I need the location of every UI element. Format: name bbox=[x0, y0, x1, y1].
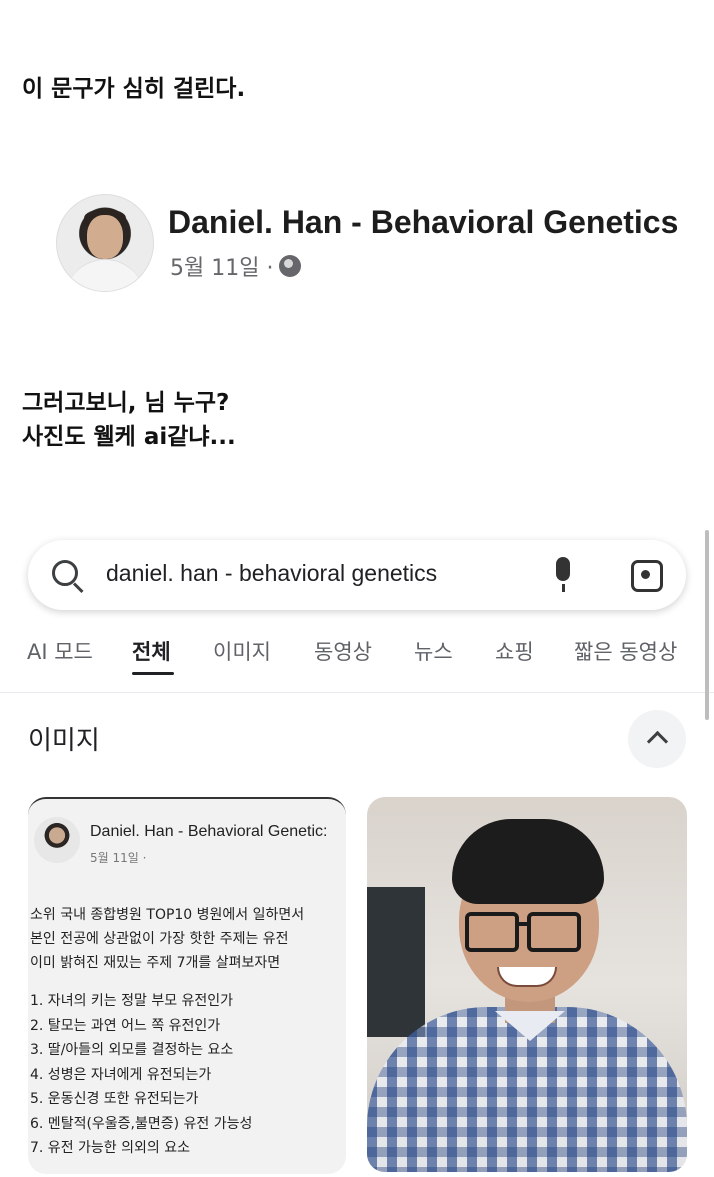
card-post-body: 소위 국내 종합병원 TOP10 병원에서 일하면서 본인 전공에 상관없이 가… bbox=[30, 903, 344, 975]
caption-top: 이 문구가 심히 걸린다. bbox=[22, 76, 246, 102]
collapse-button[interactable] bbox=[628, 710, 686, 768]
images-section-title: 이미지 bbox=[28, 726, 100, 756]
glasses bbox=[527, 912, 581, 952]
tab-ai-mode[interactable]: AI 모드 bbox=[27, 636, 93, 666]
image-result-2[interactable] bbox=[367, 797, 687, 1172]
background-shelf bbox=[367, 887, 425, 1037]
list-item: 6. 멘탈적(우울증,불면증) 유전 가능성 bbox=[30, 1115, 253, 1132]
list-item: 3. 딸/아들의 외모를 결정하는 요소 bbox=[30, 1042, 234, 1058]
tab-videos[interactable]: 동영상 bbox=[314, 636, 372, 666]
body-line: 소위 국내 종합병원 TOP10 병원에서 일하면서 bbox=[30, 907, 305, 923]
image-result-1[interactable]: Daniel. Han - Behavioral Genetic: 5월 11일… bbox=[28, 797, 346, 1174]
post-date: 5월 11일 · bbox=[170, 256, 274, 281]
tab-images[interactable]: 이미지 bbox=[213, 636, 271, 666]
chevron-up-icon bbox=[646, 730, 669, 753]
body-line: 본인 전공에 상관없이 가장 핫한 주제는 유전 bbox=[30, 931, 289, 947]
mic-icon[interactable] bbox=[556, 557, 570, 592]
card-post-date: 5월 11일 · bbox=[90, 851, 147, 865]
search-tabs: AI 모드 전체 이미지 동영상 뉴스 쇼핑 짧은 동영상 bbox=[0, 632, 714, 693]
list-item: 4. 성병은 자녀에게 유전되는가 bbox=[30, 1066, 212, 1083]
glasses bbox=[465, 912, 519, 952]
tab-all[interactable]: 전체 bbox=[132, 636, 171, 666]
tab-news[interactable]: 뉴스 bbox=[414, 636, 453, 666]
profile-meta: 5월 11일 · bbox=[170, 250, 302, 282]
profile-header: Daniel. Han - Behavioral Genetics 5월 11일… bbox=[38, 170, 688, 310]
card-post-list: 1. 자녀의 키는 정말 부모 유전인가 2. 탈모는 과연 어느 쪽 유전인가… bbox=[30, 989, 344, 1161]
globe-icon bbox=[279, 255, 302, 277]
tab-shopping[interactable]: 쇼핑 bbox=[495, 636, 534, 666]
glasses-bridge bbox=[517, 922, 531, 926]
list-item: 2. 탈모는 과연 어느 쪽 유전인가 bbox=[30, 1017, 221, 1034]
scrollbar[interactable] bbox=[705, 530, 709, 720]
list-item: 1. 자녀의 키는 정말 부모 유전인가 bbox=[30, 993, 234, 1009]
profile-name: Daniel. Han - Behavioral Genetics bbox=[168, 204, 679, 240]
caption-line-1: 그러고보니, 님 누구? bbox=[22, 390, 230, 416]
search-icon[interactable] bbox=[52, 560, 78, 586]
card-post-author: Daniel. Han - Behavioral Genetic: bbox=[90, 823, 328, 840]
list-item: 7. 유전 가능한 의외의 요소 bbox=[30, 1140, 190, 1156]
avatar bbox=[56, 194, 154, 292]
avatar bbox=[34, 817, 80, 863]
list-item: 5. 운동신경 또한 유전되는가 bbox=[30, 1091, 199, 1107]
search-input[interactable]: daniel. han - behavioral genetics bbox=[106, 560, 437, 587]
caption-line-2: 사진도 웰케 ai같냐... bbox=[22, 424, 236, 450]
tab-short-videos[interactable]: 짧은 동영상 bbox=[574, 636, 677, 666]
search-bar[interactable]: daniel. han - behavioral genetics bbox=[28, 540, 686, 610]
portrait-hair bbox=[452, 819, 604, 904]
body-line: 이미 밝혀진 재밌는 주제 7개를 살펴보자면 bbox=[30, 955, 281, 971]
active-tab-indicator bbox=[132, 672, 174, 675]
lens-icon[interactable] bbox=[631, 560, 663, 592]
